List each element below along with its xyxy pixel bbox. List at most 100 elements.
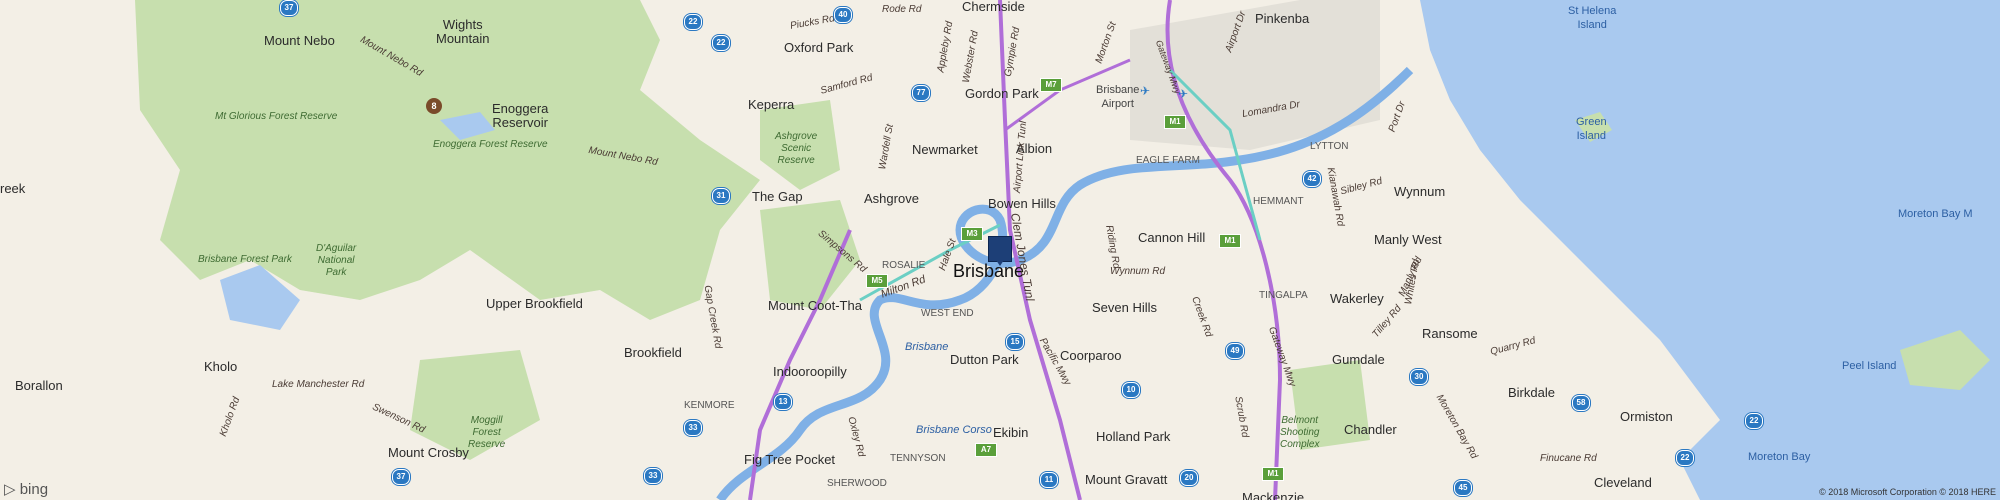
- route-shield-49: 49: [1226, 343, 1244, 359]
- place-cannon-hill: Cannon Hill: [1138, 230, 1206, 245]
- place-fig-tree-pocket: Fig Tree Pocket: [744, 452, 836, 467]
- place-dutton-park: Dutton Park: [950, 352, 1019, 367]
- place-green-island: Green Island: [1576, 116, 1607, 142]
- place-coorparoo: Coorparoo: [1060, 348, 1122, 363]
- place-newmarket: Newmarket: [912, 142, 978, 157]
- bing-logo-text: bing: [19, 481, 49, 498]
- route-shield-22-c: 22: [1745, 413, 1763, 429]
- place-keperra: Keperra: [748, 97, 795, 112]
- route-shield-77: 77: [912, 85, 930, 101]
- place-creek: reek: [0, 181, 26, 196]
- place-moreton-bay: Moreton Bay: [1748, 451, 1811, 463]
- motorway-shield-m5: M5: [866, 274, 888, 288]
- route-shield-33: 33: [684, 420, 702, 436]
- airport-icon: ✈: [1140, 84, 1151, 98]
- place-mount-gravatt: Mount Gravatt: [1085, 472, 1168, 487]
- route-shield-20: 20: [1180, 470, 1198, 486]
- road-finucane-rd: Finucane Rd: [1540, 453, 1597, 464]
- map-canvas[interactable]: Chermside Pinkenba St Helena Island Moun…: [0, 0, 2000, 500]
- daguilar-park-area: [135, 0, 760, 320]
- road-lake-manchester-rd: Lake Manchester Rd: [272, 379, 365, 390]
- place-seven-hills: Seven Hills: [1092, 300, 1158, 315]
- place-ashgrove: Ashgrove: [864, 191, 919, 206]
- area-moggill-forest: Moggill Forest Reserve: [468, 415, 506, 450]
- place-moreton-bay-marine: Moreton Bay M: [1898, 208, 1973, 220]
- place-borallon: Borallon: [15, 378, 63, 393]
- route-shield-31: 31: [712, 188, 730, 204]
- motorway-shield-m1-b: M1: [1219, 234, 1241, 248]
- place-indooroopilly: Indooroopilly: [773, 364, 847, 379]
- route-shield-22: 22: [684, 14, 702, 30]
- area-rosalie: ROSALIE: [882, 260, 926, 271]
- route-shield-10: 10: [1122, 382, 1140, 398]
- area-tennyson: TENNYSON: [890, 453, 946, 464]
- place-wynnum: Wynnum: [1394, 184, 1446, 199]
- place-gumdale: Gumdale: [1332, 352, 1385, 367]
- place-the-gap: The Gap: [752, 189, 803, 204]
- route-shield-11: 11: [1040, 472, 1058, 488]
- place-brookfield: Brookfield: [624, 345, 682, 360]
- route-shield-22-b: 22: [712, 35, 730, 51]
- motorway-shield-m3: M3: [961, 227, 983, 241]
- route-shield-30: 30: [1410, 369, 1428, 385]
- place-brisbane: Brisbane: [953, 261, 1025, 281]
- area-lytton: LYTTON: [1310, 141, 1349, 152]
- area-eagle-farm: EAGLE FARM: [1136, 155, 1200, 166]
- place-wakerley: Wakerley: [1330, 291, 1384, 306]
- route-shield-37-b: 37: [392, 469, 410, 485]
- place-kholo: Kholo: [204, 359, 238, 374]
- motorway-shield-m1: M1: [1164, 115, 1186, 129]
- map-copyright: © 2018 Microsoft Corporation © 2018 HERE: [1819, 487, 1996, 497]
- place-wights-mountain: Wights Mountain: [436, 17, 490, 46]
- route-shield-15: 15: [1006, 334, 1024, 350]
- place-mount-crosby: Mount Crosby: [388, 445, 469, 460]
- place-chermside: Chermside: [962, 0, 1025, 14]
- area-ashgrove-scenic: Ashgrove Scenic Reserve: [775, 131, 818, 166]
- place-birkdale: Birkdale: [1508, 385, 1555, 400]
- area-belmont-shooting: Belmont Shooting Complex: [1280, 415, 1320, 450]
- airport-icon-2: ✈: [1178, 87, 1189, 101]
- area-brisbane-river-label: Brisbane: [905, 341, 949, 353]
- place-ormiston: Ormiston: [1620, 409, 1673, 424]
- place-mackenzie: Mackenzie: [1242, 490, 1305, 500]
- place-ekibin: Ekibin: [993, 425, 1029, 440]
- area-sherwood: SHERWOOD: [827, 478, 887, 489]
- area-mt-glorious: Mt Glorious Forest Reserve: [215, 111, 338, 122]
- place-brisbane-airport: Brisbane Airport: [1096, 84, 1140, 110]
- area-brisbane-forest-park: Brisbane Forest Park: [198, 254, 292, 265]
- motorway-shield-m7: M7: [1040, 78, 1062, 92]
- route-shield-37: 37: [280, 0, 298, 16]
- place-oxford-park: Oxford Park: [784, 40, 854, 55]
- route-shield-8: 8: [426, 98, 442, 114]
- place-cleveland: Cleveland: [1594, 475, 1652, 490]
- location-pin-marker[interactable]: [988, 236, 1012, 266]
- place-holland-park: Holland Park: [1096, 429, 1171, 444]
- route-shield-45: 45: [1454, 480, 1472, 496]
- place-enoggera-reservoir: Enoggera Reservoir: [492, 101, 549, 130]
- place-mount-nebo: Mount Nebo: [264, 33, 335, 48]
- place-peel-island: Peel Island: [1842, 360, 1897, 372]
- area-brisbane-corso: Brisbane Corso: [916, 424, 992, 436]
- road-rode-rd: Rode Rd: [882, 4, 922, 15]
- area-west-end: WEST END: [921, 308, 974, 319]
- place-bowen-hills: Bowen Hills: [988, 196, 1056, 211]
- motorway-shield-a7: A7: [975, 443, 997, 457]
- area-hemmant: HEMMANT: [1253, 196, 1304, 207]
- area-enoggera-forest: Enoggera Forest Reserve: [433, 139, 548, 150]
- place-ransome: Ransome: [1422, 326, 1478, 341]
- area-daguilar-park: D'Aguilar National Park: [316, 243, 357, 278]
- route-shield-58: 58: [1572, 395, 1590, 411]
- place-chandler: Chandler: [1344, 422, 1397, 437]
- place-pinkenba: Pinkenba: [1255, 11, 1310, 26]
- place-mount-coot-tha: Mount Coot-Tha: [768, 298, 862, 313]
- bing-logo-mark: ▷: [4, 481, 16, 498]
- moreton-bay-water: [1420, 0, 2000, 500]
- route-shield-22-d: 22: [1676, 450, 1694, 466]
- route-shield-42: 42: [1303, 171, 1321, 187]
- place-manly-west: Manly West: [1374, 232, 1442, 247]
- route-shield-13: 13: [774, 394, 792, 410]
- route-shield-33-b: 33: [644, 468, 662, 484]
- area-kenmore: KENMORE: [684, 400, 735, 411]
- area-tingalpa: TINGALPA: [1259, 290, 1308, 301]
- bing-logo: ▷ bing: [4, 480, 48, 498]
